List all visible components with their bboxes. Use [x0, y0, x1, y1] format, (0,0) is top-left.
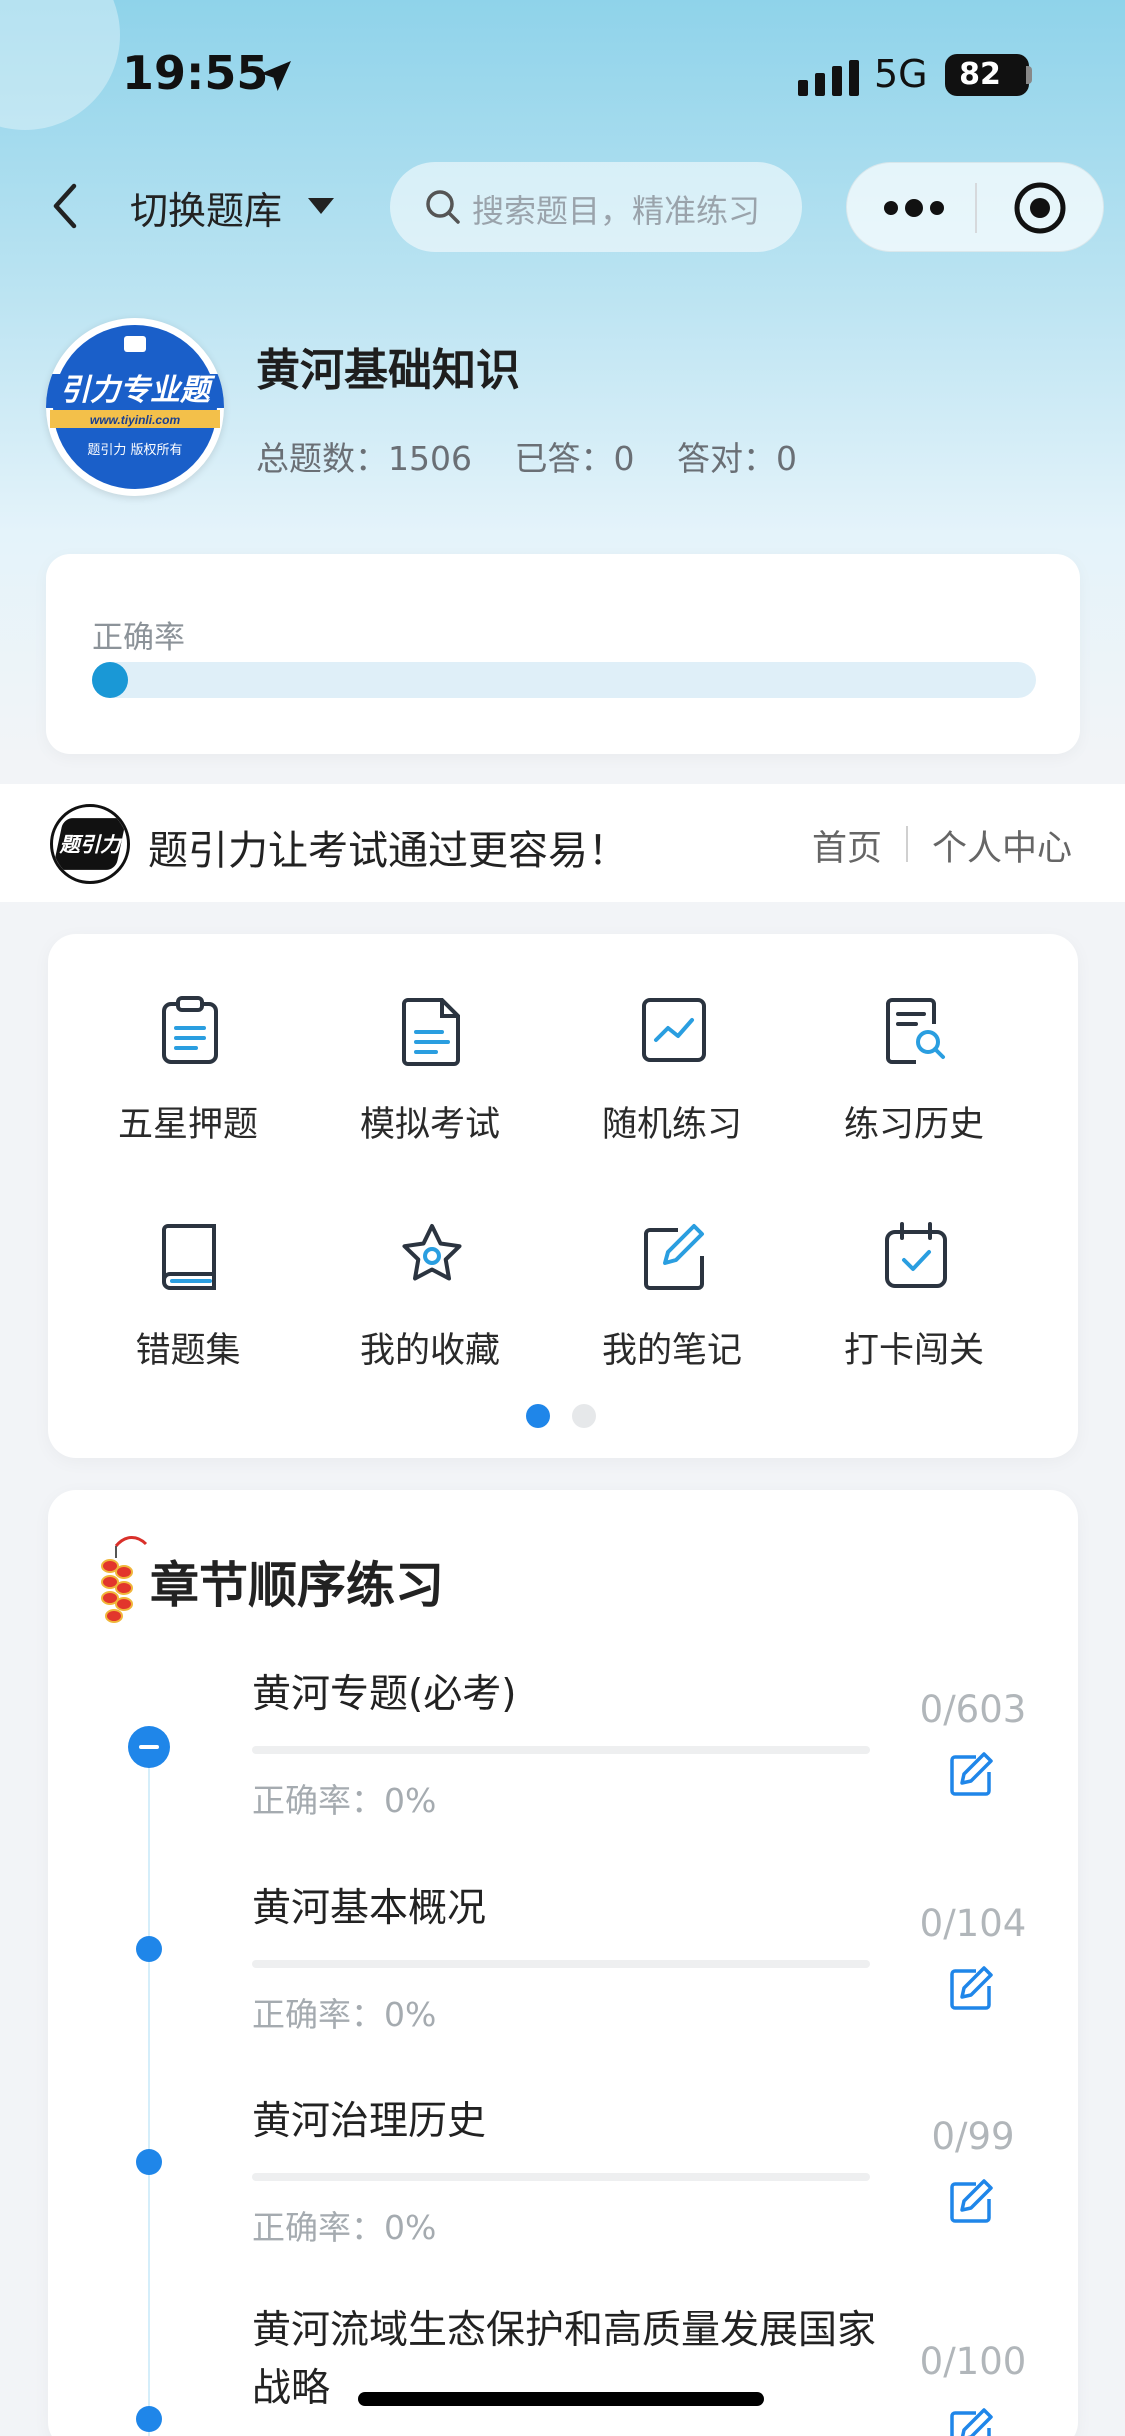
chapter-accuracy: 正确率：0%	[252, 1995, 437, 2034]
status-time: 19:55	[122, 46, 269, 100]
search-input[interactable]: 搜索题目，精准练习	[390, 162, 802, 252]
chapter-item[interactable]: 黄河流域生态保护和高质量发展国家战略 0/100	[48, 2302, 1078, 2436]
chapter-progress-bar	[252, 1960, 870, 1968]
timeline-node	[136, 1936, 162, 1962]
timeline-node	[136, 2149, 162, 2175]
clipboard-icon	[162, 996, 218, 1064]
bank-logo: 引力专业题 www.tiyinli.com 题引力 版权所有	[46, 318, 224, 496]
grid-item-label: 五星押题	[117, 1105, 258, 1145]
grid-item-practice-history[interactable]: 练习历史	[794, 934, 1034, 1145]
home-indicator	[358, 2392, 764, 2406]
switch-bank-button[interactable]: 切换题库	[130, 180, 282, 235]
chapter-progress-bar	[252, 2173, 870, 2181]
page-dot-active[interactable]	[526, 1404, 550, 1428]
chapter-title: 黄河专题(必考)	[252, 1672, 517, 1717]
accuracy-progress-fill	[92, 662, 128, 698]
battery-tip	[1026, 66, 1032, 84]
grid-item-label: 练习历史	[843, 1105, 984, 1145]
user-center-link[interactable]: 个人中心	[932, 820, 1072, 871]
document-icon	[402, 998, 460, 1066]
grid-item-label: 打卡闯关	[843, 1331, 984, 1371]
grid-item-label: 错题集	[135, 1331, 241, 1371]
search-icon	[426, 190, 460, 224]
search-placeholder: 搜索题目，精准练习	[472, 192, 761, 230]
edit-icon[interactable]	[946, 2406, 996, 2436]
chapter-item[interactable]: 黄河专题(必考) 正确率：0% 0/603	[48, 1666, 1078, 1876]
signal-strength-icon	[798, 60, 859, 96]
grid-item-label: 我的收藏	[359, 1331, 500, 1371]
network-type: 5G	[874, 52, 928, 96]
chapter-item[interactable]: 黄河治理历史 正确率：0% 0/99	[48, 2093, 1078, 2303]
edit-icon[interactable]	[946, 1964, 996, 2014]
grid-item-label: 随机练习	[601, 1105, 742, 1145]
edit-icon[interactable]	[946, 2177, 996, 2227]
status-bar: 19:55 5G 82	[0, 0, 1125, 150]
star-icon	[402, 1224, 462, 1281]
grid-item-check-in[interactable]: 打卡闯关	[794, 1160, 1034, 1371]
grid-item-wrong-questions[interactable]: 错题集	[68, 1160, 308, 1371]
chapter-title: 黄河基本概况	[252, 1886, 487, 1931]
miniprogram-capsule	[846, 162, 1104, 252]
chapter-progress-bar	[252, 1746, 870, 1754]
banner-divider	[906, 826, 908, 862]
banner-slogan: 题引力让考试通过更容易！	[148, 828, 628, 874]
grid-item-five-star[interactable]: 五星押题	[68, 934, 308, 1145]
chapter-heading: 章节顺序练习	[150, 1557, 445, 1614]
banner-logo-text: 题引力	[58, 832, 123, 856]
more-options-icon[interactable]	[883, 193, 945, 223]
chapter-accuracy: 正确率：0%	[252, 1781, 437, 1820]
timeline-node	[136, 2406, 162, 2432]
bank-title: 黄河基础知识	[256, 345, 520, 396]
chapter-count: 0/100	[919, 2340, 1027, 2383]
close-miniprogram-icon[interactable]	[1013, 181, 1067, 235]
grid-item-mock-exam[interactable]: 模拟考试	[310, 934, 550, 1145]
capsule-divider	[975, 183, 977, 233]
battery-level: 82	[959, 57, 1001, 92]
chevron-down-icon[interactable]	[308, 198, 334, 214]
trend-chart-icon	[642, 998, 706, 1062]
chapter-item[interactable]: 黄河基本概况 正确率：0% 0/104	[48, 1880, 1078, 2090]
note-edit-icon	[644, 1224, 704, 1290]
chapter-count: 0/99	[931, 2115, 1015, 2158]
grid-pagination	[526, 1404, 606, 1430]
page-dot[interactable]	[572, 1404, 596, 1428]
grid-item-notes[interactable]: 我的笔记	[552, 1160, 792, 1371]
feature-grid: 五星押题 模拟考试 随机练习 练习历史 错题集 我的收藏 我的笔记 打卡闯关	[48, 934, 1078, 1458]
bank-logo-text: 引力专业题	[60, 374, 216, 407]
total-questions-stat: 总题数：1506	[256, 439, 472, 478]
chapter-count: 0/104	[919, 1902, 1027, 1945]
correct-stat: 答对：0	[676, 439, 797, 478]
chapter-practice-card: 章节顺序练习 黄河专题(必考) 正确率：0% 0/603 黄河基本概况 正确率：…	[48, 1490, 1078, 2436]
accuracy-label: 正确率	[92, 620, 185, 656]
promo-banner: 题引力 题引力让考试通过更容易！ 首页 个人中心	[0, 784, 1125, 902]
chapter-title: 黄河治理历史	[252, 2099, 487, 2144]
chapter-count: 0/603	[919, 1688, 1027, 1731]
answered-stat: 已答：0	[514, 439, 635, 478]
collapse-node-icon[interactable]	[128, 1726, 170, 1768]
grid-item-favorites[interactable]: 我的收藏	[310, 1160, 550, 1371]
grid-item-random-practice[interactable]: 随机练习	[552, 934, 792, 1145]
accuracy-progress-bar	[92, 662, 1036, 698]
bank-logo-footer: 题引力 版权所有	[87, 442, 182, 458]
grid-item-label: 模拟考试	[359, 1105, 500, 1145]
location-arrow-icon	[261, 61, 291, 91]
book-icon	[162, 1224, 216, 1290]
search-document-icon	[886, 998, 945, 1064]
chapter-accuracy: 正确率：0%	[252, 2208, 437, 2247]
firecracker-icon	[101, 1536, 148, 1623]
edit-icon[interactable]	[946, 1750, 996, 1800]
bank-stats: 总题数：1506 已答：0 答对：0	[256, 432, 829, 480]
back-arrow-icon[interactable]	[46, 178, 86, 234]
bank-logo-url: www.tiyinli.com	[90, 413, 181, 427]
home-link[interactable]: 首页	[812, 820, 882, 871]
tiyinli-logo-icon: 题引力	[50, 804, 130, 884]
accuracy-card: 正确率	[46, 554, 1080, 754]
grid-item-label: 我的笔记	[601, 1331, 742, 1371]
calendar-check-icon	[885, 1222, 947, 1288]
battery-indicator: 82	[945, 54, 1029, 96]
